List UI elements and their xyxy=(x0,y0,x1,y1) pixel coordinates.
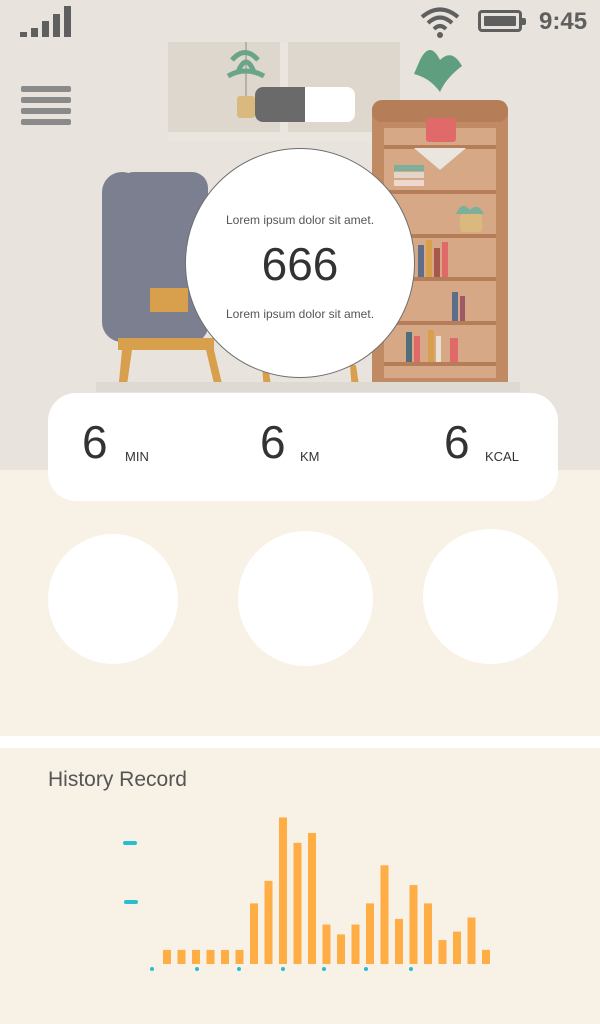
history-title: History Record xyxy=(48,768,187,791)
chart-bar xyxy=(322,924,331,964)
chart-bar xyxy=(177,949,186,964)
action-circle-1[interactable] xyxy=(48,534,178,664)
battery-icon xyxy=(478,10,526,32)
stat-km-unit: KM xyxy=(300,449,320,464)
action-circle-3[interactable] xyxy=(423,529,558,664)
x-axis-tick xyxy=(237,967,241,971)
chart-bar xyxy=(337,934,345,964)
stat-min-value: 6 xyxy=(82,416,108,468)
chart-bar xyxy=(453,931,461,964)
y-axis-tick xyxy=(124,900,138,904)
status-bar: 9:45 xyxy=(0,0,600,44)
stats-card: 6 MIN 6 KM 6 KCAL xyxy=(48,393,558,501)
mode-toggle[interactable] xyxy=(255,87,355,122)
chart-bar xyxy=(206,949,215,964)
summary-value: 666 xyxy=(261,238,339,290)
chart-bar xyxy=(380,865,389,964)
chart-bar xyxy=(366,903,374,964)
hamburger-menu-icon[interactable] xyxy=(21,86,71,126)
stat-kcal-unit: KCAL xyxy=(485,449,519,464)
chart-bar xyxy=(409,885,418,964)
wifi-icon xyxy=(420,7,460,38)
stat-km-value: 6 xyxy=(260,416,286,468)
x-axis-tick xyxy=(281,967,285,971)
chart-bar xyxy=(467,917,476,964)
chart-bar xyxy=(482,949,490,964)
chart-bar xyxy=(293,842,302,964)
x-axis-tick xyxy=(409,967,413,971)
chart-bar xyxy=(308,832,316,964)
chart-bar xyxy=(395,918,403,964)
chart-bar xyxy=(250,903,258,964)
chart-bar xyxy=(235,949,244,964)
y-axis-tick xyxy=(123,841,137,845)
chart-bar xyxy=(264,880,273,964)
chart-bar xyxy=(351,924,360,964)
chart-bar xyxy=(163,949,171,964)
x-axis-tick xyxy=(322,967,326,971)
stat-kcal-value: 6 xyxy=(444,416,470,468)
chart-bar xyxy=(279,817,287,964)
stat-min-unit: MIN xyxy=(125,449,149,464)
chart-bar xyxy=(192,949,200,964)
history-chart xyxy=(123,817,490,971)
chart-bar xyxy=(438,940,447,964)
toggle-knob xyxy=(255,87,305,122)
summary-bottom-text: Lorem ipsum dolor sit amet. xyxy=(225,307,375,321)
x-axis-tick xyxy=(195,967,199,971)
x-axis-tick xyxy=(150,967,154,971)
summary-circle: Lorem ipsum dolor sit amet. 666 Lorem ip… xyxy=(185,148,415,378)
chart-bar xyxy=(221,949,229,964)
action-circle-2[interactable] xyxy=(238,531,373,666)
x-axis-tick xyxy=(364,967,368,971)
summary-top-text: Lorem ipsum dolor sit amet. xyxy=(225,213,375,227)
chart-bar xyxy=(424,903,432,964)
section-divider xyxy=(0,736,600,748)
status-time: 9:45 xyxy=(539,8,588,35)
